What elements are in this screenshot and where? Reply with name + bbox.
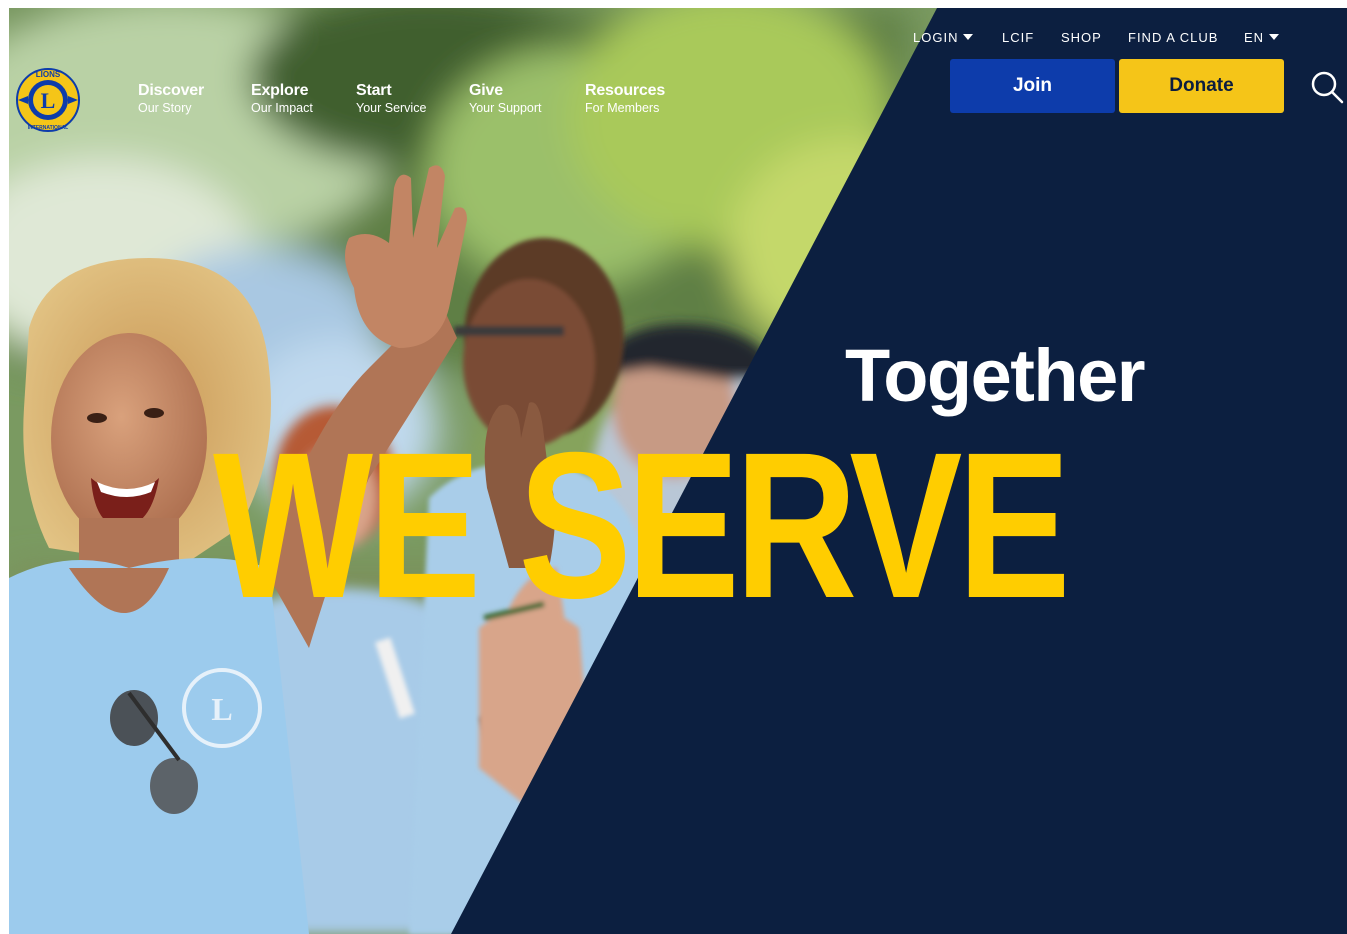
- nav-start[interactable]: Start Your Service: [356, 82, 426, 116]
- lions-emblem-icon: L LIONS INTERNATIONAL: [16, 68, 80, 132]
- language-select[interactable]: EN: [1244, 30, 1280, 46]
- language-label: EN: [1244, 30, 1265, 45]
- nav-title: Explore: [251, 82, 309, 99]
- hero-tagline-we-serve: WE SERVE: [213, 410, 1071, 642]
- caret-down-icon: [1269, 34, 1280, 40]
- lions-logo[interactable]: L LIONS INTERNATIONAL: [14, 66, 82, 134]
- nav-subtitle: Your Support: [469, 101, 542, 115]
- nav-title: Resources: [585, 82, 666, 99]
- svg-text:LIONS: LIONS: [36, 70, 61, 79]
- hero-section: L L LIONS INTERNATIONAL Discover Our Sto…: [9, 8, 1347, 934]
- nav-title: Give: [469, 82, 503, 99]
- search-button[interactable]: [1310, 70, 1344, 104]
- search-icon: [1311, 71, 1344, 104]
- svg-text:L: L: [41, 88, 56, 113]
- donate-button[interactable]: Donate: [1119, 59, 1284, 113]
- nav-discover[interactable]: Discover Our Story: [138, 82, 204, 116]
- nav-subtitle: Our Story: [138, 101, 192, 115]
- svg-text:INTERNATIONAL: INTERNATIONAL: [28, 125, 68, 131]
- join-button[interactable]: Join: [950, 59, 1115, 113]
- nav-give[interactable]: Give Your Support: [469, 82, 542, 116]
- nav-title: Discover: [138, 82, 204, 99]
- nav-subtitle: Our Impact: [251, 101, 313, 115]
- nav-explore[interactable]: Explore Our Impact: [251, 82, 313, 116]
- nav-subtitle: For Members: [585, 101, 660, 115]
- nav-resources[interactable]: Resources For Members: [585, 82, 665, 116]
- nav-title: Start: [356, 82, 392, 99]
- lcif-link[interactable]: LCIF: [1002, 30, 1034, 46]
- find-club-link[interactable]: FIND A CLUB: [1128, 30, 1218, 46]
- shop-link[interactable]: SHOP: [1061, 30, 1102, 46]
- login-menu[interactable]: LOGIN: [913, 30, 974, 46]
- login-label: LOGIN: [913, 30, 959, 45]
- caret-down-icon: [963, 34, 974, 40]
- nav-subtitle: Your Service: [356, 101, 427, 115]
